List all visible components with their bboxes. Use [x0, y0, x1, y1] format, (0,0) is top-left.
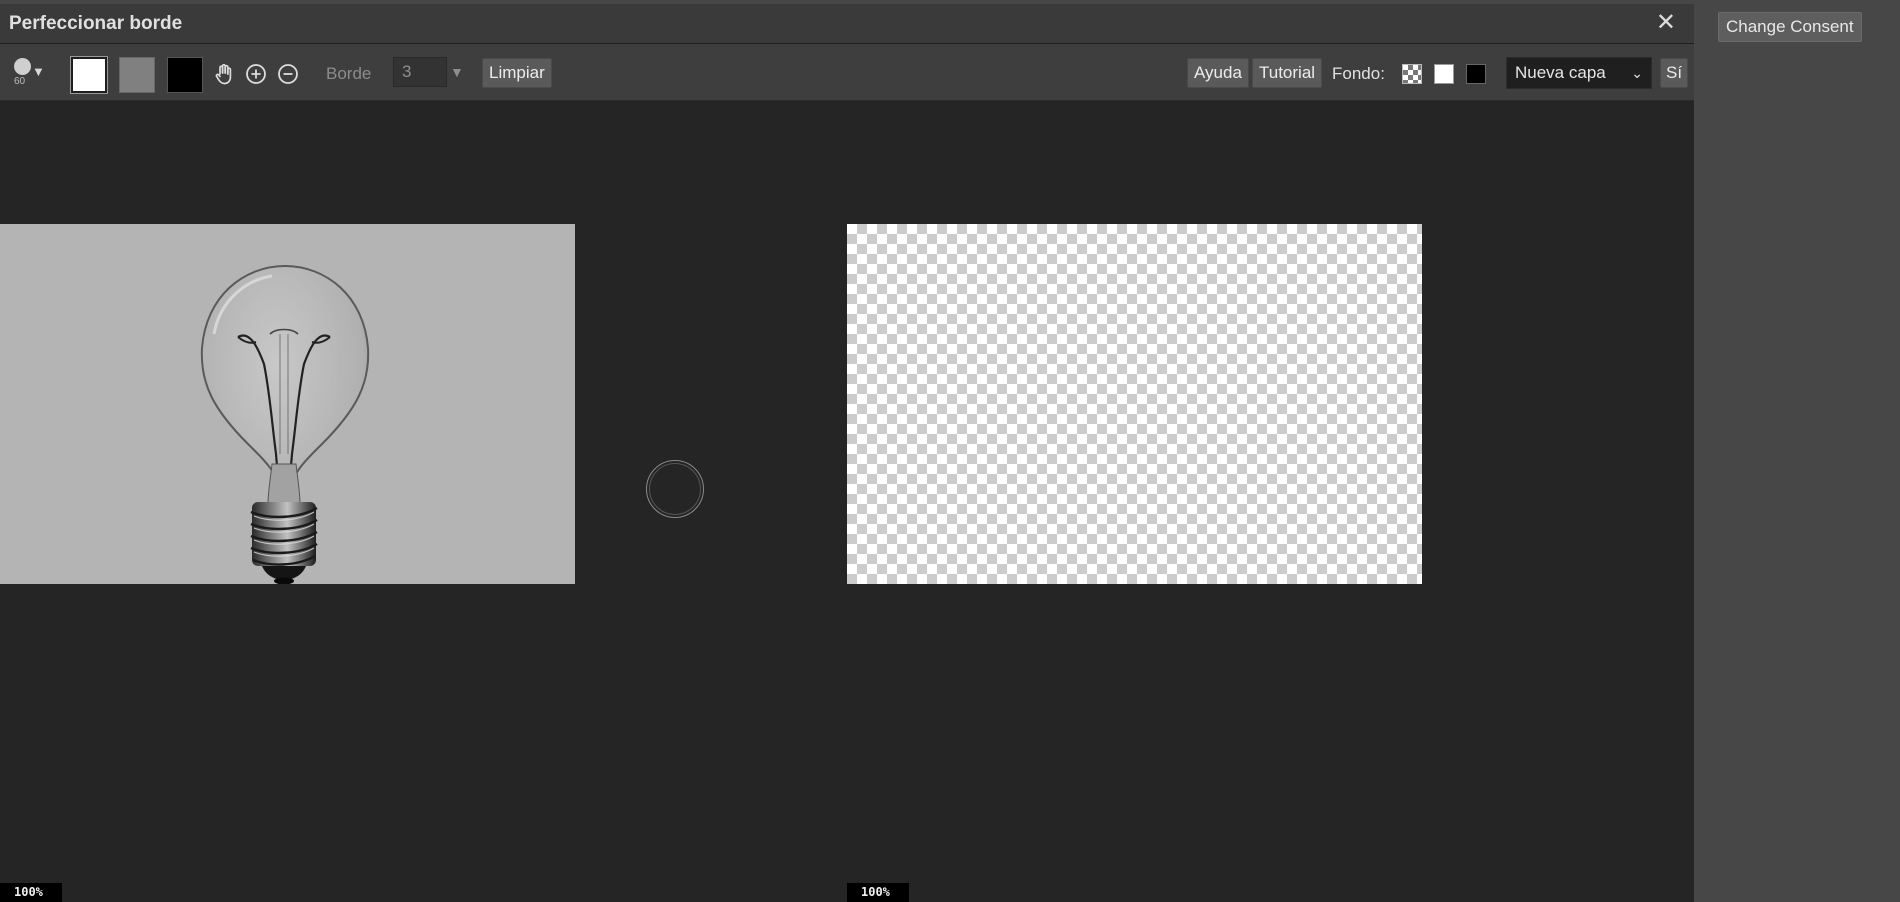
help-button[interactable]: Ayuda — [1187, 58, 1249, 88]
clear-button[interactable]: Limpiar — [482, 58, 552, 88]
chevron-down-icon[interactable]: ▼ — [32, 64, 45, 79]
confirm-button[interactable]: Sí — [1660, 58, 1689, 88]
preview-zoom-level: 100% — [847, 883, 909, 902]
borde-label: Borde — [326, 64, 372, 83]
background-white-option[interactable] — [1434, 64, 1454, 84]
chevron-down-icon[interactable]: ▼ — [450, 64, 464, 80]
output-layer-value: Nueva capa — [1515, 63, 1606, 82]
dialog-titlebar: Perfeccionar borde ✕ — [0, 4, 1694, 44]
hand-icon[interactable] — [212, 62, 236, 86]
brush-size-value: 60 — [14, 76, 26, 87]
borde-input[interactable]: 3 — [393, 57, 447, 87]
dialog-title: Perfeccionar borde — [9, 13, 183, 34]
lightbulb-image — [200, 264, 370, 585]
brush-dot-icon — [14, 58, 31, 75]
preview-canvas[interactable] — [847, 224, 1422, 584]
source-canvas[interactable] — [0, 224, 575, 585]
toolbar: 60 ▼ Borde 3 ▼ Limpiar Ayuda Tutorial Fo… — [0, 44, 1694, 101]
source-zoom-level: 100% — [0, 883, 62, 902]
swatch-black[interactable] — [167, 57, 203, 93]
swatch-white[interactable] — [70, 56, 108, 94]
change-consent-button[interactable]: Change Consent — [1718, 12, 1862, 42]
output-layer-select[interactable]: Nueva capa ⌄ — [1506, 57, 1652, 89]
tutorial-button[interactable]: Tutorial — [1252, 58, 1323, 88]
zoom-in-icon[interactable] — [244, 62, 268, 86]
brush-cursor-icon — [646, 460, 704, 518]
background-black-option[interactable] — [1466, 64, 1486, 84]
chevron-down-icon: ⌄ — [1631, 65, 1643, 81]
close-icon[interactable]: ✕ — [1656, 10, 1676, 36]
zoom-out-icon[interactable] — [276, 62, 300, 86]
swatch-gray[interactable] — [119, 57, 155, 93]
background-label: Fondo: — [1332, 64, 1385, 83]
refine-edge-dialog: Perfeccionar borde ✕ 60 ▼ Borde 3 ▼ Limp… — [0, 4, 1694, 902]
background-transparent-option[interactable] — [1402, 64, 1422, 84]
